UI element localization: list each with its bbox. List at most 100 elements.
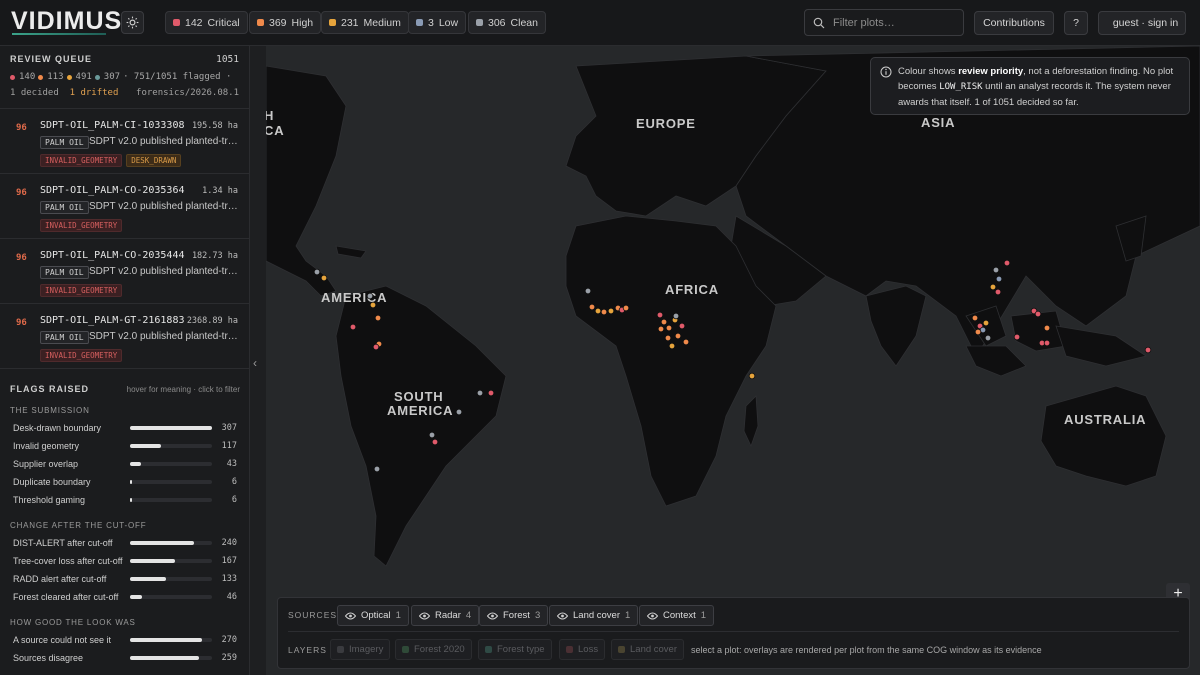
plot-list-item[interactable]: 96 SDPT-OIL_PALM-CO-2035444 182.73 ha PA… [0, 239, 249, 304]
flag-bar-fill [130, 638, 203, 642]
flag-row[interactable]: RADD alert after cut-off 133 [0, 570, 249, 588]
flag-label: Sources disagree [13, 653, 84, 663]
filter-chip-clean[interactable]: 306 Clean [468, 11, 546, 34]
chip-count: 306 [488, 16, 506, 29]
filter-chip-critical[interactable]: 142 Critical [165, 11, 248, 34]
source-toggle-radar[interactable]: Radar 4 [411, 605, 480, 626]
plot-marker [974, 328, 982, 336]
collapse-sidebar-chevron-icon[interactable]: ‹ [253, 356, 257, 370]
source-count: 1 [700, 610, 707, 621]
flag-row[interactable]: Duplicate boundary 6 [0, 473, 249, 491]
help-button[interactable]: ? [1064, 11, 1088, 35]
flag-bar-fill [130, 444, 162, 448]
filter-plots-input[interactable] [833, 16, 953, 29]
plot-list-item[interactable]: 96 SDPT-OIL_PALM-CO-2035364 1.34 ha PALM… [0, 174, 249, 239]
source-toggle-optical[interactable]: Optical 1 [337, 605, 409, 626]
flag-badge: INVALID_GEOMETRY [40, 219, 123, 232]
flag-row[interactable]: Threshold gaming 6 [0, 491, 249, 509]
region-label-america-partial: H [266, 108, 274, 123]
decided-count[interactable]: 1 decided [10, 88, 59, 98]
map-canvas: EUROPE ASIA AFRICA AMERICA H CA SOUTH AM… [266, 46, 1200, 567]
filter-chip-high[interactable]: 369 High [249, 11, 322, 34]
plot-score: 96 [16, 123, 27, 133]
flag-row[interactable]: Desk-drawn boundary 307 [0, 419, 249, 437]
chip-count: 231 [341, 16, 359, 29]
source-label: Radar [435, 610, 461, 621]
flag-bar [130, 638, 212, 642]
eye-icon [487, 612, 498, 619]
filter-chip-medium[interactable]: 231 Medium [321, 11, 409, 34]
flag-count: 259 [221, 653, 237, 663]
flag-label: Duplicate boundary [13, 477, 91, 487]
plot-list-item[interactable]: 96 SDPT-OIL_PALM-CI-1033308 195.58 ha PA… [0, 109, 249, 174]
theme-toggle-button[interactable] [121, 11, 144, 34]
layer-label: Imagery [349, 644, 384, 655]
flag-count: 270 [221, 635, 237, 645]
flag-bar [130, 480, 212, 484]
flag-count: 133 [221, 574, 237, 584]
stat-clean: 307 [103, 72, 121, 82]
app-logo[interactable]: VIDIMUS [11, 7, 122, 36]
flag-row[interactable]: DIST-ALERT after cut-off 240 [0, 534, 249, 552]
plot-marker [369, 301, 377, 309]
plot-list-item[interactable]: 96 SDPT-OIL_PALM-GT-2161883 2368.89 ha P… [0, 304, 249, 369]
plot-marker [373, 465, 381, 473]
plot-marker [607, 307, 615, 315]
flag-row[interactable]: Invalid geometry 117 [0, 437, 249, 455]
clean-swatch [476, 19, 483, 26]
layer-swatch [402, 646, 409, 653]
region-label-africa: AFRICA [665, 282, 719, 297]
plot-marker [1034, 310, 1042, 318]
priority-info-callout: Colour shows review priority, not a defo… [870, 57, 1190, 115]
plot-source-description: SDPT v2.0 published planted-tree layer [89, 136, 241, 147]
flag-badge: INVALID_GEOMETRY [40, 154, 123, 167]
plot-marker [320, 274, 328, 282]
layer-toggle-loss[interactable]: Loss [559, 639, 606, 660]
flag-row[interactable]: Forest cleared after cut-off 46 [0, 588, 249, 606]
commodity-tag: PALM OIL [40, 331, 89, 344]
layer-toggle-forest-2020[interactable]: Forest 2020 [395, 639, 472, 660]
region-label-south-america: SOUTH [394, 389, 444, 404]
plot-marker [600, 308, 608, 316]
high-dot [38, 74, 44, 80]
sign-in-button[interactable]: guest · sign in [1098, 11, 1186, 35]
plot-marker [672, 312, 680, 320]
flag-label: A source could not see it [13, 635, 112, 645]
source-label: Optical [361, 610, 391, 621]
plot-marker [594, 307, 602, 315]
commodity-tag: PALM OIL [40, 266, 89, 279]
user-label: guest · sign in [1112, 17, 1179, 29]
stat-medium: 491 [75, 72, 92, 82]
contributions-button[interactable]: Contributions [974, 11, 1054, 35]
plot-id: SDPT-OIL_PALM-CI-1033308 [40, 120, 185, 131]
plot-marker [984, 334, 992, 342]
commodity-tag: PALM OIL [40, 201, 89, 214]
plot-marker [1043, 324, 1051, 332]
source-toggle-forest[interactable]: Forest 3 [479, 605, 549, 626]
flag-row[interactable]: A source could not see it 270 [0, 631, 249, 649]
source-toggle-land-cover[interactable]: Land cover 1 [549, 605, 639, 626]
plot-marker [487, 389, 495, 397]
flag-bar [130, 577, 212, 581]
low-swatch [416, 19, 423, 26]
filter-chip-low[interactable]: 3 Low [408, 11, 467, 34]
logo-underline [12, 33, 106, 35]
layer-toggle-land-cover[interactable]: Land cover [611, 639, 685, 660]
source-toggle-context[interactable]: Context 1 [639, 605, 715, 626]
world-map[interactable]: EUROPE ASIA AFRICA AMERICA H CA SOUTH AM… [266, 46, 1200, 675]
flag-bar-fill [130, 559, 175, 563]
plot-id: SDPT-OIL_PALM-CO-2035444 [40, 250, 185, 261]
flag-row[interactable]: Sources disagree 259 [0, 649, 249, 667]
drifted-count[interactable]: 1 drifted [70, 88, 119, 98]
layers-note: select a plot: overlays are rendered per… [691, 645, 1042, 655]
eye-icon [557, 612, 568, 619]
region-label-asia: ASIA [921, 115, 955, 130]
layer-swatch [566, 646, 573, 653]
flag-row[interactable]: Tree-cover loss after cut-off 167 [0, 552, 249, 570]
flag-row[interactable]: Supplier overlap 43 [0, 455, 249, 473]
flag-bar [130, 444, 212, 448]
chip-label: Clean [510, 16, 538, 29]
layer-toggle-imagery[interactable]: Imagery [330, 639, 391, 660]
layer-toggle-forest-type[interactable]: Forest type [478, 639, 552, 660]
chip-label: Low [438, 16, 459, 29]
